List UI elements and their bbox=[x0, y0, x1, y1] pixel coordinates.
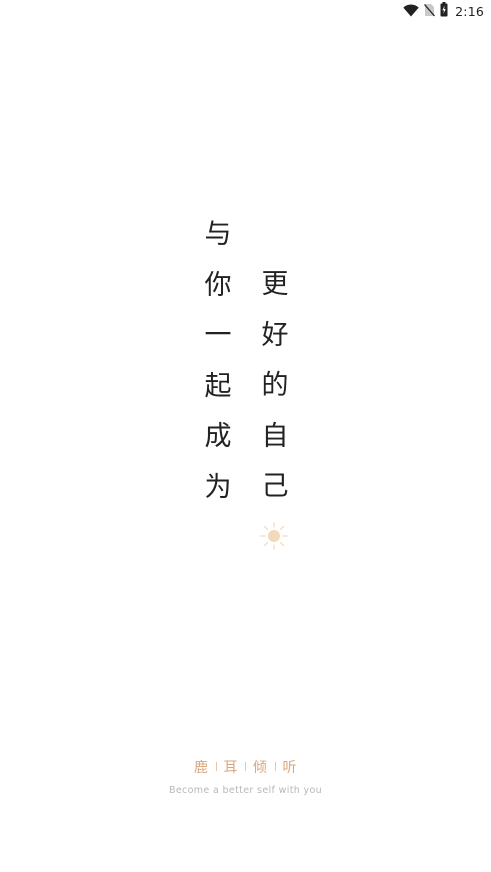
slogan-right-column: 更 好 的 自 己 bbox=[260, 265, 290, 518]
slogan-char: 好 bbox=[261, 319, 289, 351]
slogan-char: 更 bbox=[261, 269, 289, 300]
brand-char: 耳 bbox=[223, 760, 238, 776]
brand-char: 倾 bbox=[253, 760, 268, 776]
sun-icon bbox=[259, 521, 289, 551]
brand-tagline: Become a better self with you bbox=[168, 785, 323, 796]
slogan-char: 为 bbox=[204, 471, 232, 503]
slogan-char: 起 bbox=[204, 370, 232, 402]
slogan-char: 与 bbox=[204, 219, 232, 250]
brand-char: 鹿 bbox=[194, 760, 209, 776]
slogan-char: 你 bbox=[204, 269, 232, 301]
slogan-char: 自 bbox=[261, 420, 289, 452]
slogan-char: 成 bbox=[204, 421, 232, 452]
slogan-left-column: 与 你 一 起 成 为 bbox=[203, 215, 233, 518]
brand-divider bbox=[274, 762, 276, 771]
brand-divider bbox=[245, 762, 246, 771]
brand-name: 鹿耳倾听 bbox=[0, 757, 491, 777]
slogan: 与 你 一 起 成 为 更 好 的 自 己 bbox=[0, 0, 491, 600]
slogan-char: 的 bbox=[261, 370, 289, 401]
brand-char: 听 bbox=[282, 760, 297, 776]
slogan-char: 己 bbox=[261, 471, 289, 502]
brand-divider bbox=[215, 762, 217, 771]
slogan-char: 一 bbox=[204, 320, 232, 351]
